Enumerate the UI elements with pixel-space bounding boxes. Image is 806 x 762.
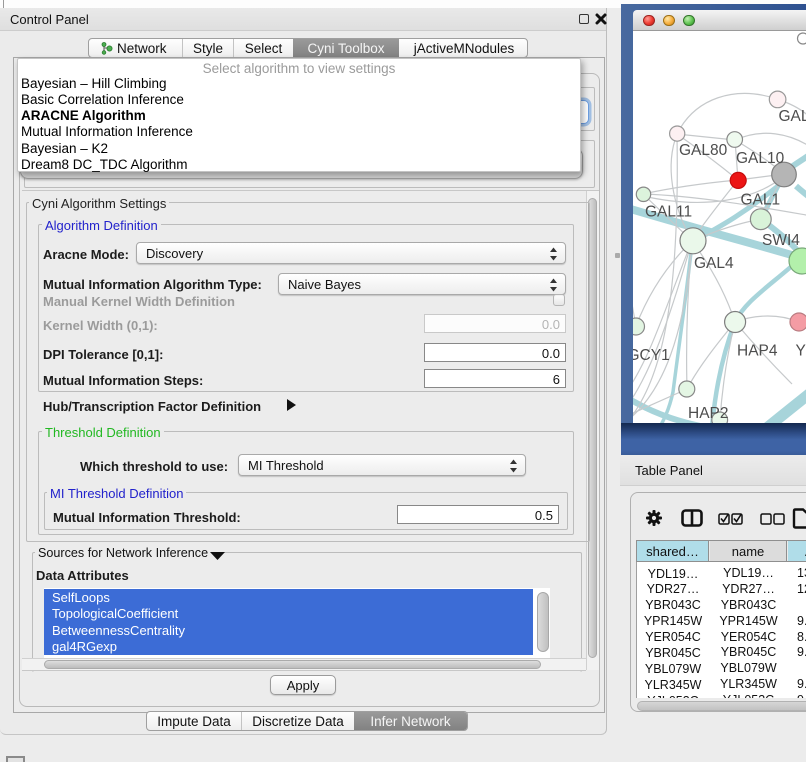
svg-text:GAL11: GAL11 — [645, 204, 692, 221]
svg-text:GAL80: GAL80 — [679, 142, 728, 159]
svg-text:GAL4: GAL4 — [694, 255, 734, 272]
svg-text:SWI4: SWI4 — [762, 232, 800, 249]
svg-text:GAL1: GAL1 — [741, 192, 781, 209]
svg-text:GAL10: GAL10 — [736, 150, 785, 167]
svg-text:GCY1: GCY1 — [633, 347, 670, 364]
svg-text:Y: Y — [796, 343, 806, 360]
svg-text:GAL2: GAL2 — [779, 108, 806, 125]
svg-text:HAP4: HAP4 — [737, 343, 778, 360]
svg-text:HAP2: HAP2 — [688, 405, 729, 422]
